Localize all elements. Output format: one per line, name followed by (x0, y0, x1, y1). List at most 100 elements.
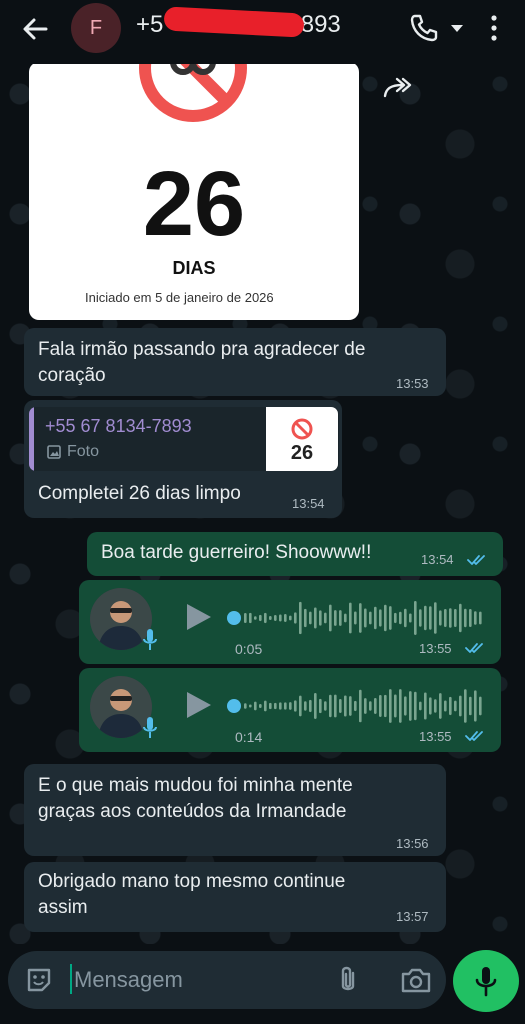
message-text-line2: graças aos conteúdos da Irmandade (38, 801, 347, 822)
waveform-bar (349, 696, 352, 716)
waveform-bar (454, 608, 457, 628)
microphone-icon (475, 967, 497, 997)
waveform-bar (369, 701, 372, 711)
play-icon[interactable] (183, 602, 213, 632)
waveform-bar (354, 700, 357, 712)
microphone-icon (143, 717, 157, 738)
playback-position-dot[interactable] (227, 699, 241, 713)
message-time: 13:53 (396, 376, 429, 391)
waveform-bar (329, 604, 332, 632)
waveform-bar (379, 609, 382, 627)
waveform-bar (429, 606, 432, 630)
waveform-bar (389, 689, 392, 723)
message-text: Boa tarde guerreiro! Shoowww!! (101, 542, 372, 563)
waveform[interactable] (243, 600, 483, 636)
incoming-message[interactable]: Obrigado mano top mesmo continue assim 1… (24, 862, 446, 932)
attach-icon[interactable] (336, 964, 360, 996)
waveform-bar (474, 611, 477, 625)
waveform-bar (394, 694, 397, 718)
waveform-bar (439, 693, 442, 719)
playback-position-dot[interactable] (227, 611, 241, 625)
waveform-bar (359, 603, 362, 633)
message-text-line1: Fala irmão passando pra agradecer de (38, 339, 366, 360)
waveform-bar (399, 689, 402, 723)
waveform-bar (294, 612, 297, 624)
streak-image-card[interactable]: 26 DIAS Iniciado em 5 de janeiro de 2026… (29, 62, 359, 320)
waveform-bar (479, 611, 482, 625)
waveform-bar (269, 615, 272, 621)
waveform-bar (394, 612, 397, 624)
waveform-bar (339, 699, 342, 713)
waveform-bar (384, 604, 387, 632)
waveform-bar (259, 614, 262, 622)
message-input[interactable]: Mensagem (74, 967, 183, 993)
message-text-line2: coração (38, 365, 106, 386)
incoming-message[interactable]: E o que mais mudou foi minha mente graça… (24, 764, 446, 856)
message-time: 13:56 (396, 836, 429, 851)
waveform-bar (399, 611, 402, 625)
waveform-bar (329, 694, 332, 718)
record-voice-button[interactable] (453, 950, 519, 1012)
quote-thumbnail: 26 (266, 407, 338, 471)
contact-name-start: +5 (136, 11, 164, 38)
waveform-bar (364, 698, 367, 714)
message-time: 13:55 (419, 641, 452, 656)
waveform-bar (299, 695, 302, 717)
message-time: 13:55 (419, 729, 452, 744)
waveform-bar (244, 703, 247, 709)
waveform-bar (404, 696, 407, 716)
waveform-bar (469, 696, 472, 716)
chevron-down-icon[interactable] (449, 20, 465, 36)
waveform-bar (364, 608, 367, 628)
waveform-bar (249, 704, 252, 708)
quote-author: +55 67 8134-7893 (45, 416, 192, 436)
more-options-icon[interactable] (484, 12, 504, 44)
waveform-bar (339, 610, 342, 626)
incoming-message[interactable]: Fala irmão passando pra agradecer de cor… (24, 328, 446, 396)
waveform-bar (289, 702, 292, 710)
voice-call-icon[interactable] (408, 12, 440, 44)
waveform-bar (284, 614, 287, 622)
waveform-bar (249, 612, 252, 624)
contact-avatar[interactable]: F (71, 3, 121, 53)
voice-message[interactable]: 0:05 13:55 (79, 580, 501, 664)
waveform-bar (324, 612, 327, 624)
waveform-bar (449, 696, 452, 716)
play-icon[interactable] (183, 690, 213, 720)
sticker-icon[interactable] (24, 965, 54, 995)
voice-message[interactable]: 0:14 13:55 (79, 668, 501, 752)
waveform-bar (409, 691, 412, 721)
waveform-bar (279, 614, 282, 622)
message-text-line1: Obrigado mano top mesmo continue (38, 871, 346, 892)
message-text-line1: E o que mais mudou foi minha mente (38, 775, 353, 796)
waveform-bar (264, 700, 267, 712)
waveform-bar (464, 689, 467, 723)
waveform-bar (259, 703, 262, 709)
message-text: Completei 26 dias limpo (38, 483, 241, 504)
waveform-bar (314, 693, 317, 719)
waveform-bar (334, 694, 337, 718)
waveform-bar (254, 701, 257, 711)
message-text-line2: assim (38, 897, 88, 918)
waveform-bar (379, 695, 382, 717)
back-arrow-icon[interactable] (20, 14, 50, 44)
waveform-bar (284, 702, 287, 710)
waveform-bar (374, 698, 377, 714)
forward-icon[interactable] (382, 76, 412, 100)
waveform-bar (304, 608, 307, 628)
waveform-bar (389, 606, 392, 630)
waveform-bar (444, 700, 447, 712)
waveform-bar (274, 615, 277, 621)
camera-icon[interactable] (400, 966, 432, 994)
read-ticks-icon (467, 555, 485, 565)
streak-unit: DIAS (172, 258, 216, 278)
waveform-bar (314, 607, 317, 629)
waveform-bar (269, 702, 272, 710)
waveform-bar (474, 690, 477, 722)
waveform-bar (449, 608, 452, 628)
waveform[interactable] (243, 688, 483, 724)
outgoing-message[interactable]: Boa tarde guerreiro! Shoowww!! 13:54 (87, 532, 503, 576)
waveform-bar (434, 602, 437, 634)
waveform-bar (299, 601, 302, 635)
waveform-bar (374, 606, 377, 630)
